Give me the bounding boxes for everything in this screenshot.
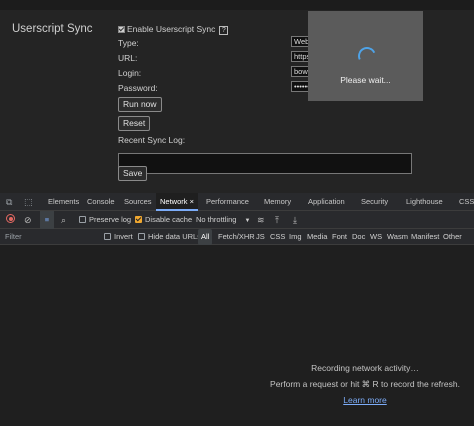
preserve-log-label: Preserve log [89,215,132,224]
filter-type-font[interactable]: Font [332,229,347,245]
record-icon[interactable] [6,211,15,229]
tab-performance[interactable]: Performance [206,193,249,211]
filter-type-all[interactable]: All [198,229,213,245]
please-wait-overlay: Please wait... [308,11,423,101]
filter-type-manifest[interactable]: Manifest [411,229,439,245]
reset-button[interactable]: Reset [118,116,151,131]
disable-cache-toggle[interactable]: Disable cache [135,211,192,229]
filter-type-css[interactable]: CSS [270,229,285,245]
hide-data-urls-label: Hide data URLs [148,232,201,241]
invert-checkbox[interactable] [104,233,111,240]
filter-type-img[interactable]: Img [289,229,302,245]
network-toolbar: ⊘ ≡ ⌕ Preserve log Disable cache No thro… [0,211,474,229]
filter-icon[interactable]: ≡ [40,211,54,229]
import-har-icon[interactable]: ⤒ [275,211,279,229]
preserve-log-toggle[interactable]: Preserve log [79,211,131,229]
filter-type-fetch-xhr[interactable]: Fetch/XHR [218,229,255,245]
sync-log-label: Recent Sync Log: [118,135,186,145]
filter-type-wasm[interactable]: Wasm [387,229,408,245]
network-request-panel: Recording network activity… Perform a re… [0,245,474,426]
inspect-element-icon[interactable]: ⬚ [24,193,33,211]
device-toolbar-icon[interactable]: ⧉ [6,193,12,211]
close-tab-icon[interactable]: × [190,197,194,206]
login-label: Login: [118,68,142,78]
section-title: Userscript Sync [12,23,93,35]
tab-lighthouse[interactable]: Lighthouse [406,193,443,211]
tab-memory[interactable]: Memory [264,193,291,211]
record-hint-message: Perform a request or hit ⌘ R to record t… [270,379,460,389]
run-now-button[interactable]: Run now [118,97,162,112]
disable-cache-label: Disable cache [145,215,193,224]
help-icon[interactable]: ? [219,26,229,35]
clear-icon[interactable]: ⊘ [24,211,32,229]
network-filter-bar: Filter Invert Hide data URLs All Fetch/X… [0,229,474,245]
tab-security[interactable]: Security [361,193,388,211]
hide-data-urls-checkbox[interactable] [138,233,145,240]
filter-type-media[interactable]: Media [307,229,327,245]
disable-cache-checkbox[interactable] [135,216,142,223]
tab-network-label: Network [160,197,188,206]
tab-network[interactable]: Network × [156,193,198,211]
learn-more-link[interactable]: Learn more [250,395,474,405]
tab-application[interactable]: Application [308,193,345,211]
password-label: Password: [118,83,158,93]
filter-input[interactable]: Filter [5,229,22,245]
search-icon[interactable]: ⌕ [61,211,66,229]
url-label: URL: [118,53,138,63]
tab-css-overview[interactable]: CSS [459,193,474,211]
chevron-down-icon: ▼ [244,218,251,224]
recording-message: Recording network activity… [311,363,419,373]
save-button[interactable]: Save [118,166,148,181]
export-har-icon[interactable]: ⤓ [293,211,297,229]
filter-type-ws[interactable]: WS [370,229,382,245]
filter-type-other[interactable]: Other [443,229,462,245]
enable-sync-label: Enable Userscript Sync [127,24,216,34]
hide-data-urls-toggle[interactable]: Hide data URLs [138,229,201,245]
enable-sync-checkbox[interactable] [118,26,125,33]
filter-type-js[interactable]: JS [256,229,265,245]
please-wait-message: Please wait... [340,75,391,85]
throttling-select[interactable]: No throttling ▼ [196,211,250,230]
sync-log-textarea[interactable] [118,153,412,174]
tab-elements[interactable]: Elements [48,193,79,211]
invert-label: Invert [114,232,133,241]
invert-toggle[interactable]: Invert [104,229,133,245]
tab-console[interactable]: Console [87,193,115,211]
devtools-tab-bar: ⧉ ⬚ Elements Console Sources Network × P… [0,193,474,211]
tab-sources[interactable]: Sources [124,193,152,211]
throttling-value: No throttling [196,215,237,224]
type-label: Type: [118,38,139,48]
filter-type-doc[interactable]: Doc [352,229,365,245]
enable-sync-row[interactable]: Enable Userscript Sync? [118,24,229,35]
network-conditions-icon[interactable]: ≋ [257,211,265,229]
spinner-icon [355,44,379,68]
preserve-log-checkbox[interactable] [79,216,86,223]
